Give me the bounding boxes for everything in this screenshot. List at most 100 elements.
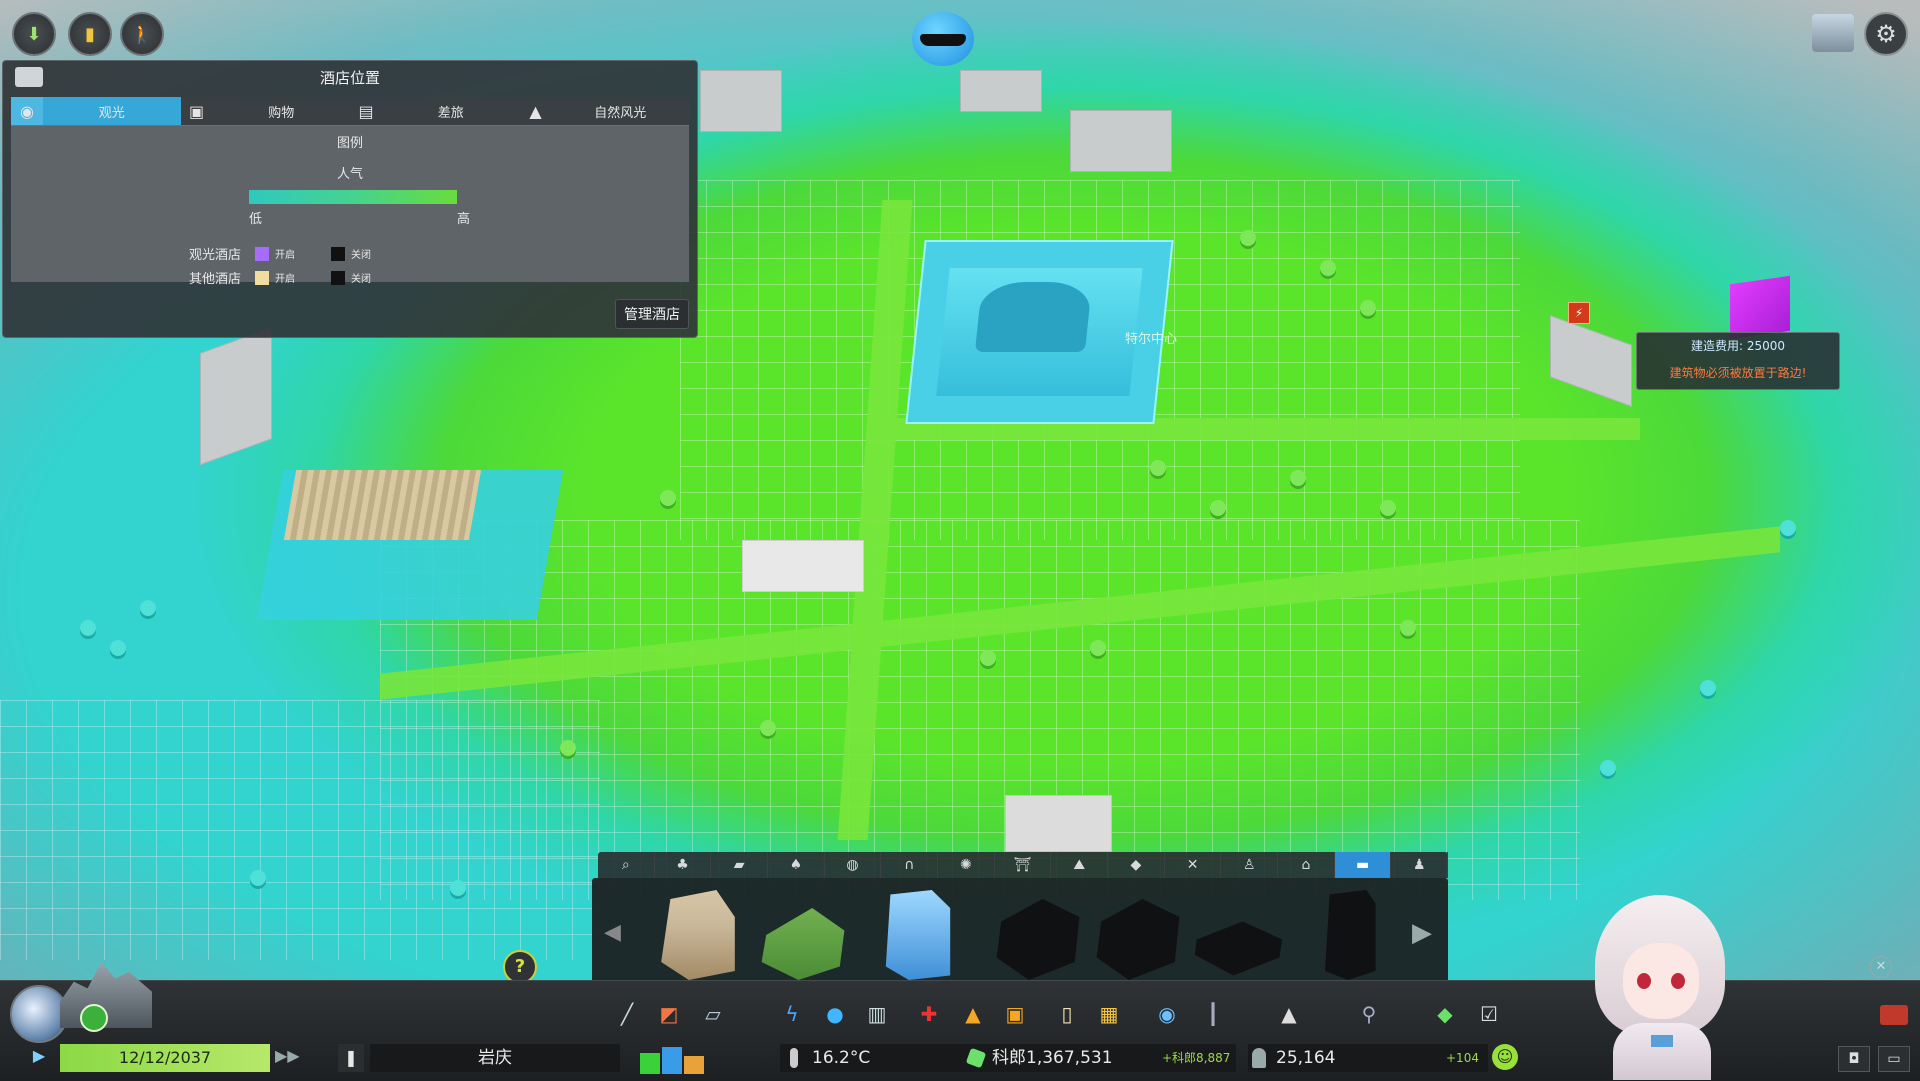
locked-building-option[interactable] bbox=[1325, 890, 1376, 980]
shopping-bag-icon: ▣ bbox=[188, 101, 205, 121]
pause-icon[interactable]: ❚ bbox=[338, 1044, 364, 1072]
transport-icon[interactable]: ▦ bbox=[1092, 1000, 1126, 1028]
gear-icon[interactable]: ⚙ bbox=[1864, 12, 1908, 56]
district-label: 特尔中心 bbox=[1125, 332, 1178, 347]
panel-header: 酒店位置 bbox=[3, 61, 697, 93]
tree bbox=[1380, 500, 1396, 516]
tree bbox=[1700, 680, 1716, 696]
electricity-icon[interactable]: ϟ bbox=[775, 1000, 809, 1028]
city-logo-icon[interactable] bbox=[1812, 14, 1854, 52]
download-icon[interactable]: ⬇ bbox=[12, 12, 56, 56]
scroll-left-icon[interactable]: ◀ bbox=[604, 920, 621, 945]
avatar-eye bbox=[1637, 973, 1651, 989]
help-icon[interactable]: ? bbox=[503, 950, 537, 984]
low-label: 低 bbox=[249, 212, 263, 227]
streamer-avatar bbox=[1575, 895, 1745, 1080]
tree bbox=[1150, 460, 1166, 476]
thermometer-icon bbox=[790, 1048, 798, 1068]
tree bbox=[660, 490, 676, 506]
tree bbox=[1320, 260, 1336, 276]
notification-icon[interactable] bbox=[1880, 1005, 1908, 1025]
off-label: 关闭 bbox=[351, 250, 371, 261]
shop-icon[interactable]: ⌂ bbox=[1278, 852, 1335, 878]
selected-hotel-building-option[interactable] bbox=[885, 890, 951, 980]
building bbox=[700, 70, 782, 132]
city-name[interactable]: 岩庆 bbox=[370, 1044, 620, 1072]
water-icon[interactable]: ● bbox=[818, 1000, 852, 1028]
hotel-icon[interactable]: ▬ bbox=[1334, 852, 1392, 878]
building[interactable] bbox=[1005, 795, 1112, 852]
ferris-wheel-icon[interactable]: ✺ bbox=[938, 852, 995, 878]
zoning-icon[interactable]: ◩ bbox=[652, 1000, 686, 1028]
monument-icon[interactable]: ┃ bbox=[1196, 1000, 1230, 1028]
pedestrian-icon[interactable]: ♙ bbox=[1221, 852, 1279, 878]
districts-icon[interactable]: ▱ bbox=[696, 1000, 730, 1028]
garbage-icon[interactable]: ▥ bbox=[860, 1000, 894, 1028]
tree bbox=[1290, 470, 1306, 486]
avatar-body bbox=[1613, 1023, 1711, 1080]
tree bbox=[110, 640, 126, 656]
close-icon[interactable]: ✕ bbox=[1870, 956, 1892, 978]
scroll-right-icon[interactable]: ▶ bbox=[1412, 918, 1432, 948]
mountain-icon: ▲ bbox=[529, 101, 542, 121]
gate-icon[interactable]: ⛩ bbox=[995, 852, 1052, 878]
person-icon[interactable]: ♟ bbox=[1391, 852, 1449, 878]
arch-icon[interactable]: ∩ bbox=[881, 852, 939, 878]
disaster-icon[interactable]: ▲ bbox=[1272, 1000, 1306, 1028]
manage-hotels-button[interactable]: 管理酒店 bbox=[615, 299, 689, 329]
resort-building-option[interactable] bbox=[761, 908, 845, 980]
tree bbox=[450, 880, 466, 896]
off-swatch bbox=[331, 246, 345, 261]
money-icon[interactable]: ◆ bbox=[1428, 1000, 1462, 1028]
education-icon[interactable]: ▯ bbox=[1050, 1000, 1084, 1028]
locked-building-option[interactable] bbox=[996, 899, 1080, 980]
plaza-icon[interactable]: ◍ bbox=[825, 852, 882, 878]
tools-icon[interactable]: ✕ bbox=[1165, 852, 1222, 878]
tree bbox=[1780, 520, 1796, 536]
tree bbox=[1360, 300, 1376, 316]
chirper-mascot-icon[interactable] bbox=[912, 12, 974, 66]
hotel-building-option[interactable] bbox=[661, 890, 735, 980]
healthcare-icon[interactable]: ✚ bbox=[912, 1000, 946, 1028]
roads-icon[interactable]: ╱ bbox=[610, 1000, 644, 1028]
population-amount: 25,164 bbox=[1276, 1048, 1336, 1068]
panel-title: 酒店位置 bbox=[319, 68, 380, 87]
free-camera-icon[interactable]: ▭ bbox=[1878, 1046, 1910, 1072]
locked-building-option[interactable] bbox=[1096, 899, 1180, 980]
tab-business[interactable]: ▤ 差旅 bbox=[350, 97, 520, 125]
progress-badge-icon[interactable] bbox=[80, 1004, 108, 1032]
tourism-icon[interactable]: ◉ bbox=[1150, 1000, 1184, 1028]
fire-icon[interactable]: ▲ bbox=[956, 1000, 990, 1028]
camera-mode-icon[interactable]: ◘ bbox=[1838, 1046, 1870, 1072]
tree-icon[interactable]: ♣ bbox=[655, 852, 712, 878]
locked-building-option[interactable] bbox=[1194, 921, 1283, 976]
road-icon[interactable]: ▰ bbox=[711, 852, 769, 878]
globe-icon[interactable] bbox=[10, 985, 68, 1043]
sunglasses-icon bbox=[920, 34, 966, 46]
park-icon[interactable]: ♠ bbox=[768, 852, 825, 878]
cube-icon[interactable]: ◆ bbox=[1108, 852, 1165, 878]
fast-forward-icon[interactable]: ▶▶ bbox=[275, 1046, 300, 1065]
tree bbox=[1210, 500, 1226, 516]
rci-demand-bars[interactable] bbox=[640, 1044, 704, 1074]
off-label: 关闭 bbox=[351, 274, 371, 285]
tab-sightseeing[interactable]: ◉ 观光 bbox=[11, 97, 181, 125]
camera-icon: ◉ bbox=[11, 97, 43, 125]
walking-tour-icon[interactable]: 🚶 bbox=[120, 12, 164, 56]
tab-nature[interactable]: ▲ 自然风光 bbox=[520, 97, 690, 125]
building bbox=[1070, 110, 1172, 172]
legend-row-other-hotels: 其他酒店 开启 关闭 bbox=[171, 268, 407, 287]
building bbox=[1550, 315, 1632, 407]
building[interactable] bbox=[742, 540, 864, 592]
happiness-icon[interactable]: ☺ bbox=[1492, 1044, 1518, 1070]
police-icon[interactable]: ▣ bbox=[998, 1000, 1032, 1028]
popularity-label: 人气 bbox=[336, 167, 363, 182]
tab-shopping[interactable]: ▣ 购物 bbox=[181, 97, 351, 125]
search-icon[interactable]: ⌕ bbox=[598, 852, 655, 878]
terrain-icon[interactable]: ⛰ bbox=[1051, 852, 1109, 878]
info-view-icon[interactable]: ▮ bbox=[68, 12, 112, 56]
landscaping-icon[interactable]: ⚲ bbox=[1352, 1000, 1386, 1028]
demand-bar-commercial bbox=[662, 1047, 682, 1074]
checklist-icon[interactable]: ☑ bbox=[1472, 1000, 1506, 1028]
play-icon[interactable]: ▶ bbox=[26, 1046, 52, 1070]
